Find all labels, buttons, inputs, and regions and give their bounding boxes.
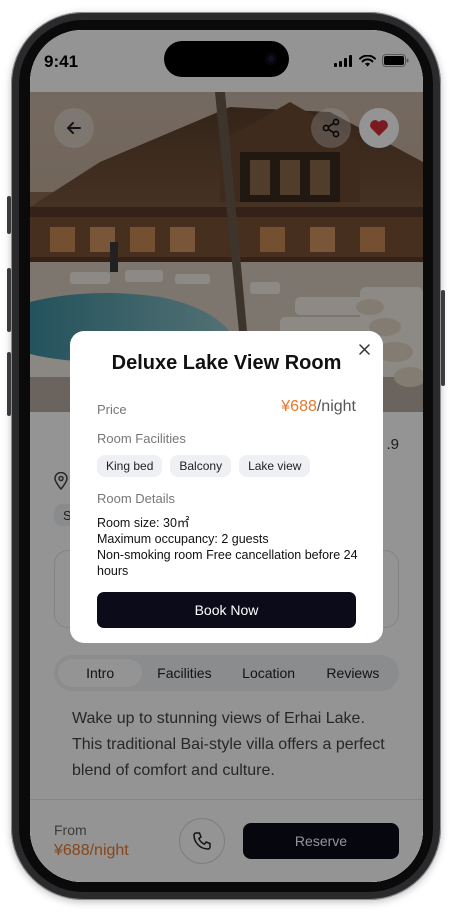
detail-line: Non-smoking room Free cancellation befor… xyxy=(97,548,358,578)
modal-title: Deluxe Lake View Room xyxy=(111,352,342,374)
facility-tags: King bed Balcony Lake view xyxy=(97,455,311,477)
price-label: Price xyxy=(97,402,127,417)
facilities-label: Room Facilities xyxy=(97,431,186,446)
book-now-button[interactable]: Book Now xyxy=(97,592,356,628)
volume-down-button xyxy=(7,352,11,416)
detail-line: Maximum occupancy: 2 guests xyxy=(97,532,269,546)
mute-switch xyxy=(7,196,11,234)
detail-line: Room size: 30㎡ xyxy=(97,516,190,530)
facility-tag: Balcony xyxy=(170,455,232,477)
volume-up-button xyxy=(7,268,11,332)
facility-tag: Lake view xyxy=(239,455,311,477)
details-label: Room Details xyxy=(97,491,176,506)
screen: 9:41 .9 S Intro Facilities Location Revi… xyxy=(30,30,423,882)
room-details-modal: Deluxe Lake View Room Price ¥688/night R… xyxy=(70,331,383,643)
power-button xyxy=(441,290,445,386)
price-value: ¥688/night xyxy=(281,398,356,416)
room-details: Room size: 30㎡ Maximum occupancy: 2 gues… xyxy=(97,515,359,579)
facility-tag: King bed xyxy=(97,455,163,477)
price-unit: /night xyxy=(316,398,356,415)
price-amount: ¥688 xyxy=(281,398,317,415)
